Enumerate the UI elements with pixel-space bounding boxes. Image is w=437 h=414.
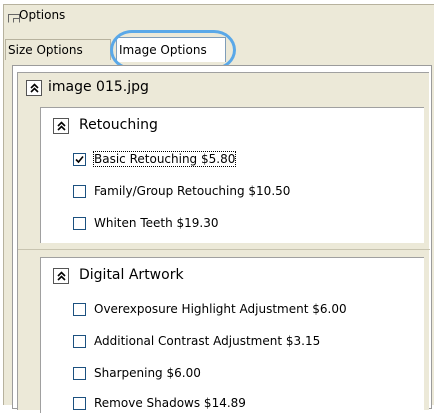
option-label: Remove Shadows $14.89 [94,396,246,410]
double-chevron-up-icon [30,83,39,93]
option-label: Family/Group Retouching $10.50 [94,184,291,198]
tab-image-options-label: Image Options [119,43,207,57]
options-panel: Options Size Options Image Options image… [3,4,434,413]
option-label: Sharpening $6.00 [94,366,201,380]
option-label: Basic Retouching $5.80 [92,151,237,167]
group-digital-artwork-label: Digital Artwork [79,267,184,283]
collapse-retouching-button[interactable] [53,118,69,134]
tab-size-options-label: Size Options [8,43,83,57]
tab-size-options[interactable]: Size Options [5,39,111,60]
option-label: Additional Contrast Adjustment $3.15 [94,334,321,348]
tab-image-options[interactable]: Image Options [116,37,226,62]
checkbox-whiten-teeth[interactable] [73,217,86,230]
group-retouching-label: Retouching [79,117,158,133]
section-divider [18,249,430,250]
options-titlebar: Options [4,5,434,25]
checkbox-sharpening[interactable] [73,367,86,380]
collapse-digital-artwork-button[interactable] [53,268,69,284]
double-chevron-up-icon [57,271,66,281]
group-digital-artwork: Digital Artwork Overexposure Highlight A… [40,257,424,413]
image-section: image 015.jpg Retouching Basic Retouchin… [17,72,430,413]
double-chevron-up-icon [57,121,66,131]
group-retouching: Retouching Basic Retouching $5.80 Family… [40,107,424,243]
option-label: Whiten Teeth $19.30 [94,216,219,230]
checkmark-icon [75,155,84,164]
checkbox-family-group-retouching[interactable] [73,185,86,198]
tab-strip: Size Options Image Options [4,30,434,70]
checkbox-basic-retouching[interactable] [73,153,86,166]
tab-content-area: image 015.jpg Retouching Basic Retouchin… [12,65,432,413]
checkbox-overexposure-highlight[interactable] [73,303,86,316]
options-title: Options [19,8,66,22]
collapse-image-button[interactable] [26,80,42,96]
checkbox-additional-contrast[interactable] [73,335,86,348]
image-filename: image 015.jpg [48,79,149,95]
option-label: Overexposure Highlight Adjustment $6.00 [94,302,347,316]
